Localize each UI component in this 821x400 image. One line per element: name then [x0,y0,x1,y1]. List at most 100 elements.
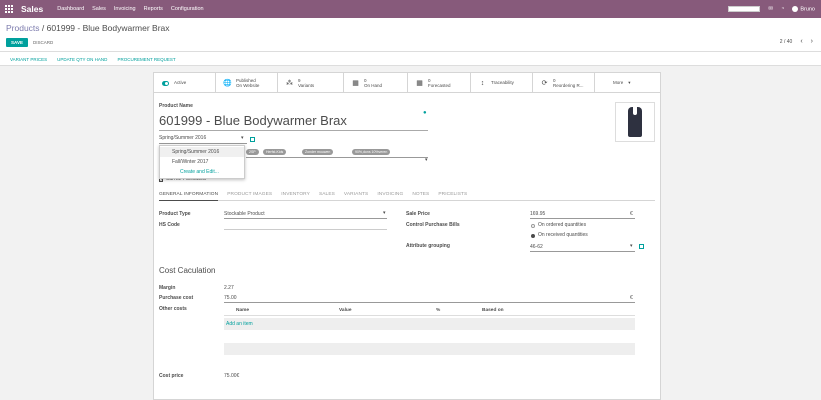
tab-product-images[interactable]: PRODUCT IMAGES [227,190,272,200]
caret-down-icon[interactable]: ▾ [425,157,428,163]
cost-price-value: 75.00€ [224,373,240,379]
purchase-cost-input[interactable]: 75.00 [224,295,237,301]
form-sheet: Active 🌐 Published On Website ⁂ 9 Variants… [153,72,661,400]
tab-variants[interactable]: VARIANTS [344,190,368,200]
pager-prev-icon[interactable]: ‹ [800,38,802,45]
radio-ordered-quantities[interactable] [531,224,535,228]
tag-herfst-kids[interactable]: Herfst-Kids [263,149,287,155]
tab-sales[interactable]: SALES [319,190,335,200]
avatar [792,5,799,12]
column-based-on[interactable]: Based on [482,308,504,313]
external-link-icon[interactable] [639,244,644,249]
top-menu: Dashboard Sales Invoicing Reports Config… [57,6,203,12]
tab-inventory[interactable]: INVENTORY [281,190,310,200]
sitemap-icon: ⁂ [286,80,293,87]
discard-button[interactable]: DISCARD [33,38,53,47]
radio-received-quantities[interactable] [531,234,535,238]
product-type-underline [224,218,387,219]
caret-down-icon[interactable]: ▾ [241,135,244,141]
forecasted-count: 0 [428,77,431,83]
on-hand-label: On Hand [364,83,383,88]
other-costs-label: Other costs [159,306,187,312]
reordering-rules-button[interactable]: ⟳ 0 Reordering R... [533,73,595,93]
caret-down-icon[interactable]: ▾ [630,243,633,249]
dropdown-item-spring-summer-2016[interactable]: Spring/Summer 2016 [160,147,244,157]
tag-zonder-mouwen[interactable]: Zonder mouwen [302,149,334,155]
apps-menu-icon[interactable] [3,0,15,18]
season-underline [159,143,247,144]
other-costs-table-header: Name Value % Based on [224,306,635,316]
season-select[interactable]: Spring/Summer 2016 [159,135,206,141]
hs-code-input[interactable] [224,229,387,230]
breadcrumb: Products / 601999 - Blue Bodywarmer Brax [6,23,170,33]
forecasted-label: Forecasted [428,83,451,88]
website-published-button[interactable]: 🌐 Published On Website [216,73,278,93]
variants-count: 9 [298,77,301,83]
pager-value[interactable]: 2 / 40 [780,39,793,45]
tag-2sp[interactable]: 2SP [246,149,259,155]
tab-general-information[interactable]: GENERAL INFORMATION [159,190,219,201]
attribute-grouping-label: Attribute grouping [406,243,450,249]
forecasted-button[interactable]: ▦ 0 Forecasted [408,73,471,93]
form-tabs: GENERAL INFORMATION PRODUCT IMAGES INVEN… [159,190,655,201]
breadcrumb-products[interactable]: Products [6,23,40,33]
reordering-count: 0 [553,77,556,83]
column-percent[interactable]: % [436,308,440,313]
variant-prices-button[interactable]: VARIANT PRICES [10,57,47,62]
margin-value: 2.27 [224,285,234,291]
product-image[interactable] [615,102,655,142]
season-dropdown: Spring/Summer 2016 Fall/Winter 2017 Crea… [159,145,245,179]
control-panel: Products / 601999 - Blue Bodywarmer Brax… [0,18,821,52]
reordering-label: Reordering R... [553,83,584,88]
sale-price-label: Sale Price [406,211,430,217]
menu-invoicing[interactable]: Invoicing [114,6,136,12]
app-name[interactable]: Sales [21,4,43,14]
product-name-input[interactable]: 601999 - Blue Bodywarmer Brax [159,113,347,128]
translate-globe-icon[interactable]: ● [423,110,427,116]
column-name[interactable]: Name [236,308,249,313]
sale-price-underline [530,218,635,219]
traceability-button[interactable]: ↕ Traceability [471,73,533,93]
product-type-select[interactable]: Stockable Product [224,211,265,217]
menu-reports[interactable]: Reports [144,6,163,12]
tab-invoicing[interactable]: INVOICING [377,190,403,200]
table-row [224,318,635,330]
menu-sales[interactable]: Sales [92,6,106,12]
chat-icon[interactable]: ✉ [768,6,773,12]
sale-price-input[interactable]: 169.95 [530,211,545,217]
external-link-icon[interactable] [250,137,255,142]
more-button[interactable]: More ▾ [595,73,660,93]
update-qty-button[interactable]: UPDATE QTY ON HAND [57,57,107,62]
menu-dashboard[interactable]: Dashboard [57,6,84,12]
tag-dons-veren[interactable]: 90%,dons 10%veren [352,149,391,155]
arrows-v-icon: ↕ [480,79,485,87]
save-button[interactable]: SAVE [6,38,28,47]
dropdown-create-and-edit[interactable]: Create and Edit... [160,167,244,177]
cost-calculation-title: Cost Caculation [159,266,216,275]
on-hand-button[interactable]: ▦ 0 On Hand [344,73,408,93]
dropdown-item-fall-winter-2017[interactable]: Fall/Winter 2017 [160,157,244,167]
active-toggle-button[interactable]: Active [154,73,216,93]
activity-icon[interactable]: ◔ [781,6,784,12]
purchase-cost-currency: € [630,295,633,301]
column-value[interactable]: Value [339,308,352,313]
hs-code-label: HS Code [159,222,180,228]
menu-configuration[interactable]: Configuration [171,6,204,12]
add-item-link[interactable]: Add an item [226,321,253,327]
procurement-request-button[interactable]: PROCUREMENT REQUEST [117,57,175,62]
tab-pricelists[interactable]: PRICELISTS [438,190,467,200]
variants-button[interactable]: ⁂ 9 Variants [278,73,344,93]
search-progress-box[interactable] [728,6,761,12]
variants-label: Variants [298,83,315,88]
breadcrumb-current: 601999 - Blue Bodywarmer Brax [46,23,170,33]
tab-notes[interactable]: NOTES [412,190,429,200]
cubes-icon: ▦ [416,80,423,87]
caret-down-icon: ▾ [628,80,631,85]
active-label: Active [174,80,187,86]
attribute-grouping-select[interactable]: 46-62 [530,244,543,250]
caret-down-icon[interactable]: ▾ [383,210,386,216]
pager-next-icon[interactable]: › [811,38,813,45]
published-label: Published [236,77,256,83]
cost-price-label: Cost price [159,373,184,379]
user-menu[interactable]: Bruno [792,5,815,12]
